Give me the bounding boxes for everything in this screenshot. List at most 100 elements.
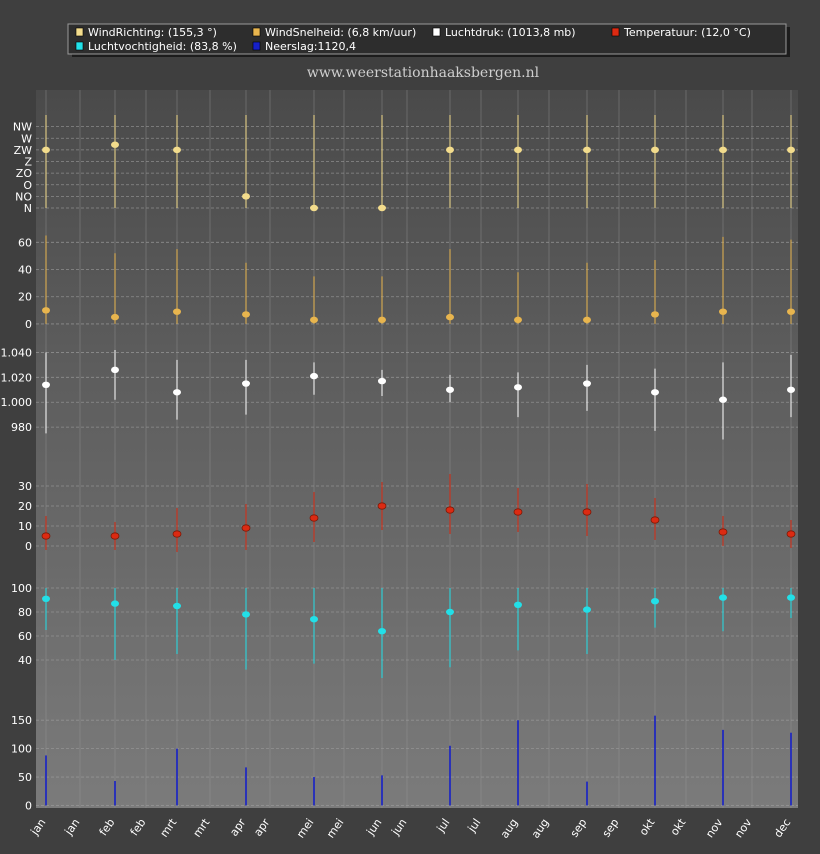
y-tick-label: O [23,179,32,192]
x-tick-label: jan [62,816,83,838]
y-tick-label: 60 [18,630,32,643]
x-tick-label: feb [97,816,118,838]
data-point [377,502,387,510]
data-point [514,601,522,608]
legend-label: Luchtdruk: (1013,8 mb) [445,26,576,39]
y-tick-label: ZW [14,144,33,157]
data-point [378,204,386,212]
x-tick-label: jan [28,816,49,838]
data-point [241,524,251,532]
y-tick-label: 20 [18,291,32,304]
data-point [41,532,51,540]
data-point [42,595,50,602]
data-point [719,594,727,601]
x-tick-label: dec [771,816,793,840]
data-point [787,386,795,393]
legend-swatch [252,27,261,37]
y-tick-label: 10 [18,520,32,533]
data-point [111,141,119,148]
x-tick-label: apr [227,816,248,839]
data-point [446,313,454,321]
data-point [787,594,795,601]
data-point [173,389,181,396]
legend-swatch [611,27,620,37]
data-point [310,372,318,380]
data-point [583,146,591,154]
x-tick-label: aug [529,816,552,840]
y-tick-label: 100 [11,582,32,595]
data-point [650,516,660,524]
data-point [719,396,727,403]
legend-label: WindRichting: (155,3 °) [88,26,217,39]
data-point [378,377,386,385]
data-point [719,308,727,315]
x-tick-label: sep [600,816,622,839]
x-tick-label: feb [128,816,149,838]
y-tick-label: 60 [18,236,32,249]
weather-chart: N NO O ZO Z ZW W NW 0 20 40 60 980 1.000 1.020 1.040 0 10… [0,0,820,850]
x-tick-label: jul [465,816,484,835]
data-point [310,616,318,623]
x-tick-label: mei [294,816,316,840]
data-point [583,380,591,387]
y-tick-label: 0 [25,540,32,553]
y-tick-label: NW [13,121,32,134]
data-point [42,381,50,388]
data-point [718,528,728,536]
data-point [242,311,250,318]
data-point [242,193,250,200]
data-point [445,506,455,514]
y-tick-label: 1.020 [1,371,33,384]
x-tick-label: okt [637,816,658,838]
y-tick-label: 1.040 [1,346,33,359]
data-point [514,316,522,324]
watermark: www.weerstationhaaksbergen.nl [307,65,540,81]
data-point [787,308,795,315]
x-tick-label: okt [668,816,689,838]
y-tick-label: 1.000 [1,396,33,409]
data-point [583,606,591,613]
data-point [378,316,386,324]
data-point [378,628,386,635]
y-tick-label: 0 [25,799,32,812]
data-point [173,602,181,610]
data-point [309,514,319,522]
x-tick-label: nov [732,816,755,840]
legend-swatch [252,41,261,51]
data-point [111,313,119,321]
data-point [514,384,522,391]
y-tick-label: ZO [16,167,33,180]
data-point [110,532,120,540]
x-tick-label: apr [251,816,272,839]
data-point [651,311,659,318]
legend-swatch [432,27,441,37]
y-tick-label: 150 [11,714,32,727]
data-point [173,308,181,315]
legend-label: Neerslag:1120,4 [265,40,356,53]
data-point [514,146,522,154]
legend-label: Temperatuur: (12,0 °C) [623,26,751,39]
y-tick-label: 80 [18,606,32,619]
data-point [787,146,795,154]
legend-swatch [75,27,84,37]
data-point [583,316,591,324]
y-tick-label: 40 [18,264,32,277]
x-tick-label: mei [324,816,346,840]
legend-label: WindSnelheid: (6,8 km/uur) [265,26,416,39]
data-point [111,366,119,374]
y-tick-label: 100 [11,743,32,756]
data-point [111,600,119,607]
y-tick-label: Z [24,156,32,169]
data-point [513,508,523,516]
data-point [172,530,182,538]
y-tick-label: 30 [18,480,32,493]
data-point [173,146,181,154]
data-point [446,386,454,393]
x-tick-label: jun [363,816,384,838]
y-tick-label: 20 [18,500,32,513]
y-tick-label: 0 [25,318,32,331]
y-tick-label: 40 [18,654,32,667]
data-point [42,146,50,154]
x-tick-label: nov [703,816,726,840]
y-tick-label: N [24,202,32,215]
